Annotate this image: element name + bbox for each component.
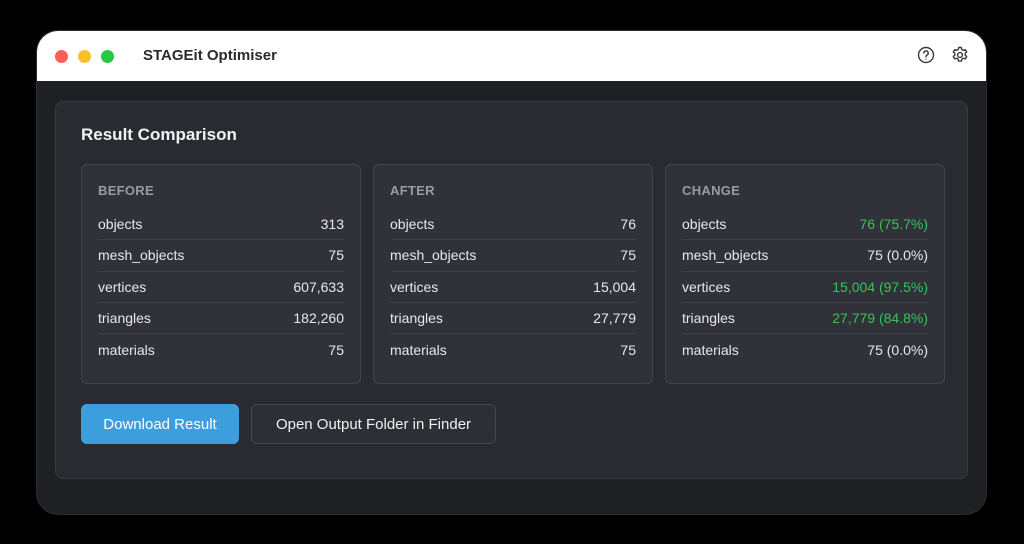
- row-label: vertices: [682, 278, 731, 295]
- card-header: CHANGE: [682, 183, 741, 198]
- row-label: materials: [98, 341, 155, 358]
- table-row: triangles 27,779 (84.8%): [682, 303, 928, 335]
- row-value: 75: [328, 247, 344, 264]
- download-result-button[interactable]: Download Result: [81, 404, 239, 444]
- table-row: triangles 182,260: [98, 303, 344, 335]
- app-title: STAGEit Optimiser: [143, 47, 277, 64]
- row-label: objects: [390, 216, 435, 233]
- after-card: AFTER objects 76 mesh_objects 75 vertices 1…: [373, 164, 653, 384]
- row-label: triangles: [682, 310, 735, 327]
- window-controls: [55, 50, 114, 63]
- comparison-cards: BEFORE objects 313 mesh_objects 75 vertice…: [81, 164, 945, 384]
- card-header: BEFORE: [98, 183, 154, 198]
- help-icon[interactable]: [916, 45, 936, 65]
- minimize-window-button[interactable]: [78, 50, 91, 63]
- app-window: STAGEit Optimiser Result Comparison BEFO…: [36, 30, 987, 515]
- table-row: materials 75 (0.0%): [682, 334, 928, 365]
- table-row: vertices 15,004 (97.5%): [682, 272, 928, 303]
- before-card: BEFORE objects 313 mesh_objects 75 vertice…: [81, 164, 361, 384]
- gear-icon[interactable]: [950, 45, 970, 65]
- table-row: vertices 15,004: [390, 272, 636, 303]
- row-label: materials: [390, 341, 447, 358]
- row-label: triangles: [98, 310, 151, 327]
- change-card: CHANGE objects 76 (75.7%) mesh_objects 75 …: [665, 164, 945, 384]
- row-label: vertices: [98, 278, 147, 295]
- table-row: materials 75: [390, 334, 636, 365]
- action-bar: Download Result Open Output Folder in Fi…: [81, 404, 496, 444]
- open-output-folder-button[interactable]: Open Output Folder in Finder: [251, 404, 496, 444]
- row-value: 607,633: [293, 278, 344, 295]
- table-row: objects 76: [390, 209, 636, 241]
- row-label: materials: [682, 341, 739, 358]
- table-row: mesh_objects 75: [98, 240, 344, 272]
- row-value: 15,004: [593, 278, 636, 295]
- change-value: 75 (0.0%): [867, 247, 928, 264]
- title-actions: [916, 45, 970, 65]
- row-value: 75: [620, 341, 636, 358]
- table-row: mesh_objects 75 (0.0%): [682, 240, 928, 272]
- row-label: mesh_objects: [682, 247, 769, 264]
- row-value: 75: [620, 247, 636, 264]
- row-label: vertices: [390, 278, 439, 295]
- change-value: 75 (0.0%): [867, 341, 928, 358]
- change-value: 27,779 (84.8%): [832, 310, 928, 327]
- row-value: 75: [328, 341, 344, 358]
- row-value: 313: [320, 216, 344, 233]
- close-window-button[interactable]: [55, 50, 68, 63]
- row-value: 182,260: [293, 310, 344, 327]
- row-label: objects: [682, 216, 727, 233]
- change-value: 15,004 (97.5%): [832, 278, 928, 295]
- title-bar: STAGEit Optimiser: [37, 31, 986, 81]
- result-panel: Result Comparison BEFORE objects 313 mesh…: [55, 101, 968, 479]
- change-value: 76 (75.7%): [859, 216, 928, 233]
- row-value: 27,779: [593, 310, 636, 327]
- table-row: materials 75: [98, 334, 344, 365]
- table-row: vertices 607,633: [98, 272, 344, 303]
- card-header: AFTER: [390, 183, 435, 198]
- maximize-window-button[interactable]: [101, 50, 114, 63]
- table-row: objects 76 (75.7%): [682, 209, 928, 241]
- panel-title: Result Comparison: [81, 125, 237, 144]
- row-label: mesh_objects: [390, 247, 477, 264]
- table-row: objects 313: [98, 209, 344, 241]
- row-label: triangles: [390, 310, 443, 327]
- table-row: mesh_objects 75: [390, 240, 636, 272]
- table-row: triangles 27,779: [390, 303, 636, 335]
- row-label: mesh_objects: [98, 247, 185, 264]
- row-value: 76: [620, 216, 636, 233]
- row-label: objects: [98, 216, 143, 233]
